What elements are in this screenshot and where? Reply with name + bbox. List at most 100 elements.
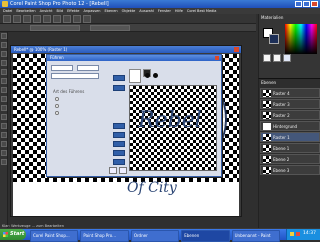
undo-icon[interactable] bbox=[43, 15, 51, 23]
save-icon[interactable] bbox=[23, 15, 31, 23]
document-title: Rebell* @ 100% (Raster 1) bbox=[14, 47, 68, 52]
taskbar-item[interactable]: Corel Paint Shop... bbox=[30, 230, 79, 242]
layer-item[interactable]: Hintergrund bbox=[260, 121, 320, 131]
clone-brush-icon[interactable] bbox=[1, 123, 7, 129]
copy-icon[interactable] bbox=[73, 15, 81, 23]
menu-item-corel-media[interactable]: Corel Best Media bbox=[187, 9, 217, 13]
taskbar-item[interactable]: Paint Shop Pro... bbox=[80, 230, 129, 242]
taskbar: Start Corel Paint Shop... Paint Shop Pro… bbox=[0, 229, 320, 242]
taskbar-item[interactable]: Unbenannt - Paint bbox=[231, 230, 281, 242]
layer-name: Raster 3 bbox=[273, 101, 290, 107]
layer-item[interactable]: Raster 1 bbox=[260, 132, 320, 142]
start-button[interactable]: Start bbox=[0, 229, 26, 240]
layer-name: Ebene 1 bbox=[273, 145, 290, 151]
layer-thumbnail bbox=[263, 155, 271, 163]
layer-thumbnail bbox=[263, 111, 271, 119]
layer-item[interactable]: Raster 4 bbox=[260, 88, 320, 98]
layer-item[interactable]: Raster 3 bbox=[260, 99, 320, 109]
redo-icon[interactable] bbox=[53, 15, 61, 23]
menu-item-selections[interactable]: Auswahl bbox=[139, 9, 154, 13]
pan-tool-icon[interactable] bbox=[1, 33, 7, 39]
maximize-button[interactable] bbox=[303, 1, 310, 7]
tray-icon[interactable] bbox=[290, 232, 294, 236]
menu-item-view[interactable]: Ansicht bbox=[40, 9, 53, 13]
menu-item-file[interactable]: Datei bbox=[3, 9, 12, 13]
layer-item[interactable]: Raster 2 bbox=[260, 110, 320, 120]
open-file-icon[interactable] bbox=[13, 15, 21, 23]
option-radio[interactable] bbox=[55, 111, 59, 115]
taskbar-item[interactable]: Ebenen bbox=[181, 230, 230, 242]
preset-field[interactable] bbox=[77, 65, 99, 71]
texture-swatch[interactable] bbox=[263, 54, 271, 62]
texture-swatch[interactable] bbox=[283, 54, 291, 62]
zoom-tool-icon[interactable] bbox=[1, 42, 7, 48]
preset-field[interactable] bbox=[51, 65, 73, 71]
layer-name: Raster 4 bbox=[273, 90, 290, 96]
color-swatch[interactable] bbox=[113, 75, 125, 81]
paste-icon[interactable] bbox=[83, 15, 91, 23]
layer-item[interactable]: Ebene 2 bbox=[260, 154, 320, 164]
cut-icon[interactable] bbox=[63, 15, 71, 23]
menu-item-effects[interactable]: Effekte bbox=[67, 9, 79, 13]
move-tool-icon[interactable] bbox=[1, 69, 7, 75]
artwork-band bbox=[13, 182, 239, 216]
preview-handle[interactable] bbox=[153, 73, 158, 78]
close-button[interactable] bbox=[311, 1, 318, 7]
color-preview[interactable] bbox=[129, 69, 141, 83]
color-spectrum-shade bbox=[285, 24, 317, 54]
option-radio[interactable] bbox=[55, 104, 59, 108]
tray-icon[interactable] bbox=[296, 232, 300, 236]
menu-item-objects[interactable]: Objekte bbox=[122, 9, 136, 13]
eyedropper-icon[interactable] bbox=[1, 105, 7, 111]
layer-name: Ebene 3 bbox=[273, 167, 290, 173]
color-swatch[interactable] bbox=[113, 85, 125, 91]
menu-item-image[interactable]: Bild bbox=[57, 9, 64, 13]
dialog-close-button[interactable] bbox=[215, 56, 219, 60]
materials-palette-title: Materialien bbox=[261, 15, 284, 20]
menu-item-adjust[interactable]: Anpassen bbox=[83, 9, 100, 13]
taskbar-tasks: Corel Paint Shop... Paint Shop Pro... Or… bbox=[30, 229, 281, 242]
option-radio[interactable] bbox=[55, 97, 59, 101]
pen-tool-icon[interactable] bbox=[1, 159, 7, 165]
layer-item[interactable]: Ebene 1 bbox=[260, 143, 320, 153]
crop-tool-icon[interactable] bbox=[1, 60, 7, 66]
text-tool-icon[interactable] bbox=[1, 150, 7, 156]
document-close-button[interactable] bbox=[234, 47, 239, 52]
document-title-bar: Rebell* @ 100% (Raster 1) bbox=[11, 46, 241, 53]
section-label: Art des Führens bbox=[53, 89, 85, 94]
freehand-selection-icon[interactable] bbox=[1, 87, 7, 93]
materials-palette: Materialien bbox=[258, 14, 320, 78]
new-file-icon[interactable] bbox=[3, 15, 11, 23]
menu-item-layers[interactable]: Ebenen bbox=[104, 9, 117, 13]
color-swatch[interactable] bbox=[113, 159, 125, 165]
eraser-icon[interactable] bbox=[1, 132, 7, 138]
menu-item-window[interactable]: Fenster bbox=[158, 9, 171, 13]
selection-tool-icon[interactable] bbox=[1, 78, 7, 84]
background-color-swatch[interactable] bbox=[269, 34, 279, 44]
title-bar: Corel Paint Shop Pro Photo 12 - [Rebell] bbox=[0, 0, 320, 8]
color-swatch[interactable] bbox=[113, 141, 125, 147]
ok-button[interactable] bbox=[109, 167, 117, 174]
minimize-button[interactable] bbox=[295, 1, 302, 7]
taskbar-item-label: Unbenannt - Paint bbox=[234, 233, 271, 238]
start-label: Start bbox=[10, 231, 25, 237]
color-swatch[interactable] bbox=[113, 132, 125, 138]
magic-wand-icon[interactable] bbox=[1, 96, 7, 102]
cancel-button[interactable] bbox=[119, 167, 127, 174]
deform-tool-icon[interactable] bbox=[1, 51, 7, 57]
tool-option-field[interactable] bbox=[30, 25, 80, 31]
layers-palette: Ebenen Raster 4 Raster 3 Raster 2 Hinter… bbox=[258, 78, 320, 228]
taskbar-item[interactable]: Ordner bbox=[130, 230, 180, 242]
print-icon[interactable] bbox=[33, 15, 41, 23]
flood-fill-icon[interactable] bbox=[1, 141, 7, 147]
paint-brush-icon[interactable] bbox=[1, 114, 7, 120]
preset-field[interactable] bbox=[51, 73, 99, 79]
color-swatch[interactable] bbox=[113, 123, 125, 129]
preview-handle[interactable] bbox=[145, 73, 150, 78]
menu-item-edit[interactable]: Bearbeiten bbox=[16, 9, 35, 13]
color-swatch[interactable] bbox=[113, 150, 125, 156]
menu-item-help[interactable]: Hilfe bbox=[175, 9, 183, 13]
tool-option-field[interactable] bbox=[90, 25, 130, 31]
texture-swatch[interactable] bbox=[273, 54, 281, 62]
layer-item[interactable]: Ebene 3 bbox=[260, 165, 320, 175]
